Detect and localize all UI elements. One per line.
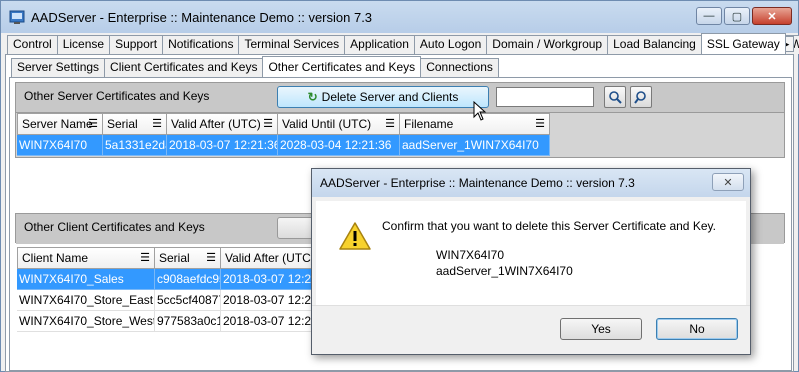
search-input[interactable] bbox=[496, 87, 594, 107]
column-header[interactable]: Valid After (UTC) bbox=[221, 247, 317, 269]
table-row[interactable]: WIN7X64I70 5a1331e2dat 2018-03-07 12:21:… bbox=[17, 135, 550, 156]
tab-ssl-gateway[interactable]: SSL Gateway bbox=[700, 33, 786, 54]
tab-notifications[interactable]: Notifications bbox=[162, 35, 240, 54]
dialog-close-button[interactable]: ✕ bbox=[712, 173, 744, 191]
column-header[interactable]: Client Name ☰ bbox=[17, 247, 155, 269]
cell-valid-after: 2018-03-07 12:21:36 bbox=[167, 135, 278, 156]
cell-server-name: WIN7X64I70 bbox=[17, 135, 103, 156]
tab-server-settings[interactable]: Server Settings bbox=[11, 58, 106, 77]
cell-client-name: WIN7X64I70_Store_West bbox=[17, 311, 155, 332]
delete-button-label: Delete Server and Clients bbox=[321, 90, 459, 104]
dialog-server-name: WIN7X64I70 bbox=[436, 248, 505, 262]
column-header[interactable]: Serial ☰ bbox=[155, 247, 221, 269]
tab-license[interactable]: License bbox=[56, 35, 111, 54]
cell-client-name: WIN7X64I70_Store_East bbox=[17, 290, 155, 311]
confirm-dialog: AADServer - Enterprise :: Maintenance De… bbox=[311, 168, 751, 355]
warning-icon bbox=[339, 222, 371, 250]
table-row[interactable]: WIN7X64I70_Sales c908aefdc95 2018-03-07 … bbox=[17, 269, 317, 290]
dialog-filename: aadServer_1WIN7X64I70 bbox=[436, 264, 573, 278]
tab-terminal-services[interactable]: Terminal Services bbox=[238, 35, 346, 54]
tab-connections[interactable]: Connections bbox=[420, 58, 499, 77]
tab-support[interactable]: Support bbox=[109, 35, 164, 54]
column-menu-icon: ☰ bbox=[206, 252, 216, 264]
client-group-title: Other Client Certificates and Keys bbox=[24, 220, 205, 234]
cell-serial: 5a1331e2dat bbox=[103, 135, 167, 156]
column-menu-icon: ☰ bbox=[535, 118, 545, 130]
search-next-icon bbox=[634, 91, 646, 104]
tab-load-balancing[interactable]: Load Balancing bbox=[607, 35, 702, 54]
window-title: AADServer - Enterprise :: Maintenance De… bbox=[31, 9, 373, 25]
column-menu-icon: ☰ bbox=[385, 118, 395, 130]
client-certificates-grid: Client Name ☰ Serial ☰ Valid After (UTC) W… bbox=[17, 247, 317, 332]
dialog-title: AADServer - Enterprise :: Maintenance De… bbox=[320, 176, 635, 190]
cell-serial: c908aefdc95 bbox=[155, 269, 221, 290]
column-header[interactable]: Valid Until (UTC) ☰ bbox=[278, 113, 400, 135]
column-menu-icon: ☰ bbox=[152, 118, 162, 130]
search-button[interactable] bbox=[604, 86, 626, 108]
delete-icon: ↻ bbox=[307, 90, 318, 104]
cell-filename: aadServer_1WIN7X64I70 bbox=[400, 135, 550, 156]
tab-domain-workgroup[interactable]: Domain / Workgroup bbox=[486, 35, 609, 54]
column-header[interactable]: Server Name ☰ bbox=[17, 113, 103, 135]
cell-serial: 977583a0c12 bbox=[155, 311, 221, 332]
search-icon bbox=[609, 91, 622, 104]
no-button[interactable]: No bbox=[656, 318, 738, 340]
cell-valid-after: 2018-03-07 12:24:0 bbox=[221, 290, 317, 311]
delete-server-and-clients-button[interactable]: ↻ Delete Server and Clients bbox=[277, 86, 489, 108]
column-menu-icon: ☰ bbox=[88, 118, 98, 130]
table-row[interactable]: WIN7X64I70_Store_West 977583a0c12 2018-0… bbox=[17, 311, 317, 332]
cell-valid-until: 2028-03-04 12:21:36 bbox=[278, 135, 400, 156]
yes-button[interactable]: Yes bbox=[560, 318, 642, 340]
sub-tab-strip: Server Settings Client Certificates and … bbox=[11, 56, 499, 77]
app-icon bbox=[9, 10, 25, 24]
dialog-body: Confirm that you want to delete this Ser… bbox=[316, 201, 746, 305]
cell-serial: 5cc5cf40877 bbox=[155, 290, 221, 311]
cell-client-name: WIN7X64I70_Sales bbox=[17, 269, 155, 290]
server-group-title: Other Server Certificates and Keys bbox=[24, 89, 210, 103]
title-bar[interactable]: AADServer - Enterprise :: Maintenance De… bbox=[1, 1, 798, 33]
tab-auto-logon[interactable]: Auto Logon bbox=[413, 35, 488, 54]
table-row[interactable]: WIN7X64I70_Store_East 5cc5cf40877 2018-0… bbox=[17, 290, 317, 311]
tab-other-certificates[interactable]: Other Certificates and Keys bbox=[262, 56, 422, 77]
tab-client-certificates[interactable]: Client Certificates and Keys bbox=[104, 58, 264, 77]
column-menu-icon: ☰ bbox=[140, 252, 150, 264]
main-tab-strip: Control License Support Notifications Te… bbox=[7, 33, 799, 54]
column-header[interactable]: Valid After (UTC) ☰ bbox=[167, 113, 278, 135]
dialog-message: Confirm that you want to delete this Ser… bbox=[382, 219, 716, 233]
minimize-button[interactable]: — bbox=[696, 7, 722, 25]
maximize-button[interactable]: ▢ bbox=[724, 7, 750, 25]
dialog-title-bar[interactable]: AADServer - Enterprise :: Maintenance De… bbox=[312, 169, 750, 197]
server-certificates-grid: Server Name ☰ Serial ☰ Valid After (UTC) ☰ … bbox=[17, 113, 550, 156]
tab-control[interactable]: Control bbox=[7, 35, 58, 54]
tab-application[interactable]: Application bbox=[344, 35, 415, 54]
mouse-cursor-icon bbox=[473, 101, 487, 121]
close-button[interactable]: ✕ bbox=[752, 7, 792, 25]
cell-valid-after: 2018-03-07 12:23:5 bbox=[221, 311, 317, 332]
column-header[interactable]: Serial ☰ bbox=[103, 113, 167, 135]
dialog-footer: Yes No bbox=[312, 305, 750, 354]
cell-valid-after: 2018-03-07 12:23:4 bbox=[221, 269, 317, 290]
column-menu-icon: ☰ bbox=[263, 118, 273, 130]
search-next-button[interactable] bbox=[630, 86, 652, 108]
